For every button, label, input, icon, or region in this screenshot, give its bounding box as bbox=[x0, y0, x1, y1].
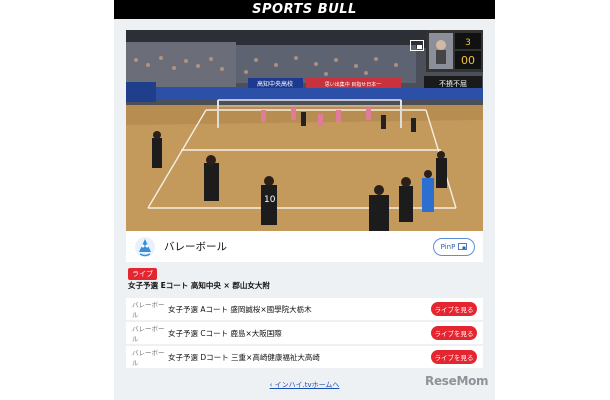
app-frame: SPORTS BULL 高知中央高校 思い出集中 目指せ日本一 不撓不屈 10 … bbox=[114, 0, 495, 400]
watch-live-button[interactable]: ライブを見る bbox=[431, 350, 477, 364]
match-category: バレーボール bbox=[132, 325, 165, 343]
banner-mid: 思い出集中 目指せ日本一 bbox=[325, 81, 382, 88]
match-row[interactable]: バレーボール 女子予選 Dコート 三重×高崎健康福祉大高崎 ライブを見る bbox=[126, 346, 483, 368]
sportsbull-logo[interactable]: SPORTS BULL bbox=[252, 2, 357, 17]
live-badge: ライブ bbox=[128, 268, 157, 280]
watch-live-button[interactable]: ライブを見る bbox=[431, 302, 477, 316]
video-frame: 高知中央高校 思い出集中 目指せ日本一 不撓不屈 10 3 00 bbox=[126, 30, 483, 231]
scoreboard-sets: 3 bbox=[465, 38, 471, 48]
banner-left: 高知中央高校 bbox=[257, 80, 293, 88]
banner-right: 不撓不屈 bbox=[439, 79, 467, 88]
match-name[interactable]: 女子予選 Cコート 鹿島×大阪国際 bbox=[168, 328, 431, 339]
watch-live-button[interactable]: ライブを見る bbox=[431, 326, 477, 340]
match-row[interactable]: バレーボール 女子予選 Cコート 鹿島×大阪国際 ライブを見る bbox=[126, 322, 483, 344]
match-category: バレーボール bbox=[132, 301, 165, 319]
pinp-icon bbox=[458, 243, 468, 250]
match-row[interactable]: バレーボール 女子予選 Aコート 盛岡誠桜×國學院大栃木 ライブを見る bbox=[126, 298, 483, 320]
pip-icon[interactable] bbox=[410, 40, 424, 51]
pinp-label: PinP bbox=[440, 242, 456, 251]
match-name[interactable]: 女子予選 Dコート 三重×高崎健康福祉大高崎 bbox=[168, 352, 431, 363]
resemom-watermark: ReseMom bbox=[425, 374, 489, 388]
match-name[interactable]: 女子予選 Aコート 盛岡誠桜×國學院大栃木 bbox=[168, 304, 431, 315]
pinp-button[interactable]: PinP bbox=[433, 237, 475, 256]
sport-title: バレーボール bbox=[164, 241, 227, 253]
match-category: バレーボール bbox=[132, 349, 165, 367]
svg-text:10: 10 bbox=[264, 195, 276, 205]
top-bar: SPORTS BULL bbox=[114, 0, 495, 19]
event-card: バレーボール PinP bbox=[126, 231, 483, 262]
volleyball-mascot-icon bbox=[135, 236, 155, 257]
scoreboard-points: 00 bbox=[461, 54, 475, 67]
video-player[interactable]: 高知中央高校 思い出集中 目指せ日本一 不撓不屈 10 3 00 bbox=[126, 30, 483, 231]
home-link-label[interactable]: インハイ.tvホームへ bbox=[275, 381, 340, 389]
live-match-title: 女子予選 Eコート 高知中央 × 郡山女大附 bbox=[128, 281, 270, 290]
